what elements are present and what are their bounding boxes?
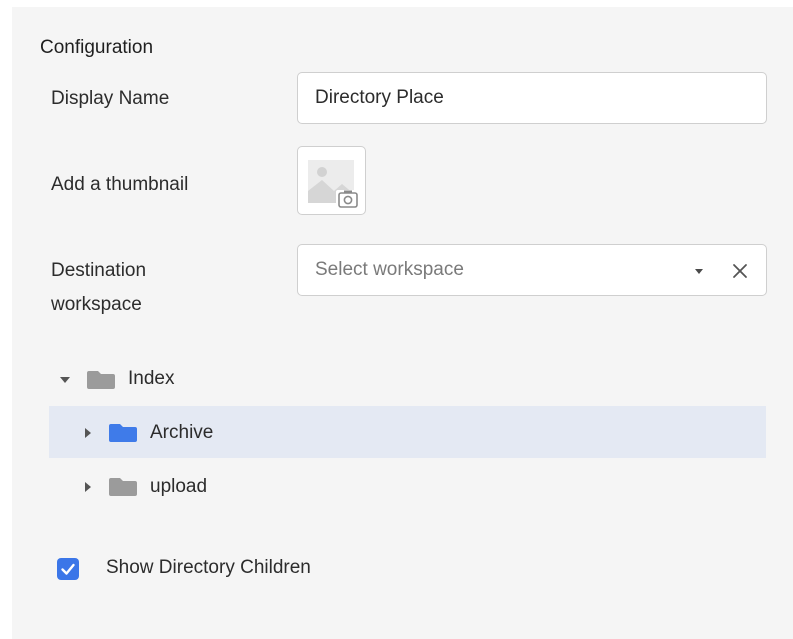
display-name-input[interactable] (297, 72, 767, 124)
display-name-label: Display Name (51, 88, 170, 109)
workspace-select-placeholder: Select workspace (315, 259, 464, 280)
collapse-toggle-icon[interactable] (59, 374, 71, 386)
thumbnail-label: Add a thumbnail (51, 174, 189, 195)
tree-row-upload[interactable]: upload (49, 460, 766, 512)
folder-icon (109, 422, 137, 442)
destination-label-line1: Destination (51, 260, 147, 281)
tree-label-index[interactable]: Index (128, 367, 174, 391)
folder-icon (109, 476, 137, 496)
close-icon[interactable] (726, 257, 754, 285)
show-children-checkbox[interactable] (57, 558, 79, 580)
workspace-select[interactable]: Select workspace (297, 244, 767, 296)
tree-row-archive[interactable]: Archive (49, 406, 766, 458)
expand-toggle-icon[interactable] (82, 481, 94, 493)
tree-row-index[interactable]: Index (49, 353, 766, 405)
caret-down-icon[interactable] (695, 269, 703, 274)
checkmark-icon (61, 563, 75, 575)
add-thumbnail-button[interactable] (297, 146, 366, 215)
show-children-label[interactable]: Show Directory Children (106, 556, 311, 580)
tree-label-archive[interactable]: Archive (150, 421, 213, 445)
folder-icon (87, 369, 115, 389)
image-upload-icon (308, 160, 360, 210)
section-title: Configuration (40, 37, 154, 58)
expand-toggle-icon[interactable] (82, 427, 94, 439)
tree-label-upload[interactable]: upload (150, 475, 207, 499)
destination-label-line2: workspace (51, 294, 142, 315)
